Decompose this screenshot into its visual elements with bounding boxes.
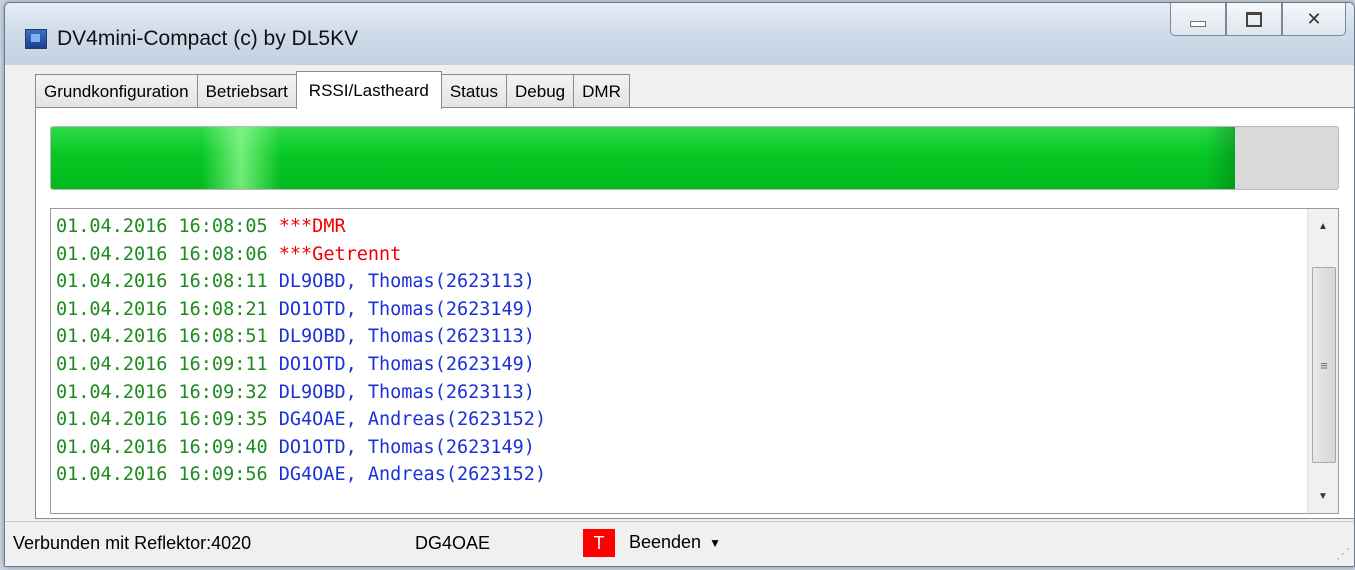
minimize-icon [1190,21,1206,27]
tab-debug[interactable]: Debug [506,74,575,108]
log-message: ***Getrennt [278,243,402,265]
transmit-indicator: T [583,529,615,557]
maximize-icon [1246,11,1262,27]
scroll-down-button[interactable]: ▼ [1308,481,1338,511]
chevron-down-icon: ▼ [1318,490,1328,502]
log-message: ***DMR [278,216,346,237]
close-icon: ✕ [1306,8,1322,29]
log-message: DG4OAE, Andreas(2623152) [278,464,547,486]
log-entry: 01.04.2016 16:09:40 DO1OTD, Thomas(26231… [56,434,546,462]
tab-dmr[interactable]: DMR [573,74,630,108]
app-icon [25,29,47,49]
log-entry: 01.04.2016 16:08:21 DO1OTD, Thomas(26231… [56,296,546,324]
exit-label: Beenden [629,532,702,552]
log-entry: 01.04.2016 16:08:11 DL9OBD, Thomas(26231… [56,268,546,296]
grip-icon: ≡ [1320,357,1328,373]
close-button[interactable]: ✕ [1282,3,1346,36]
log-message: DO1OTD, Thomas(2623149) [278,298,535,320]
log-entry: 01.04.2016 16:09:32 DL9OBD, Thomas(26231… [56,379,546,407]
log-message: DO1OTD, Thomas(2623149) [278,436,535,458]
window-title: DV4mini-Compact (c) by DL5KV [57,27,359,50]
log-timestamp: 01.04.2016 16:08:06 [56,243,268,265]
log-timestamp: 01.04.2016 16:08:51 [56,326,268,348]
log-lines: 01.04.2016 16:08:05 ***DMR 01.04.2016 16:… [56,213,546,489]
exit-dropdown-button[interactable]: Beenden ▼ [629,532,721,553]
log-scrollbar[interactable]: ▲ ≡ ▼ [1307,209,1338,513]
log-timestamp: 01.04.2016 16:09:11 [56,353,268,375]
tab-betriebsart[interactable]: Betriebsart [196,74,297,108]
resize-grip-icon[interactable]: ⋰ [1336,545,1350,562]
log-timestamp: 01.04.2016 16:09:56 [56,464,268,486]
chevron-up-icon: ▲ [1318,220,1328,232]
log-entry: 01.04.2016 16:08:06 ***Getrennt [56,241,546,269]
log-entry: 01.04.2016 16:09:56 DG4OAE, Andreas(2623… [56,461,546,489]
connection-status: Verbunden mit Reflektor:4020 [13,533,252,553]
scroll-thumb[interactable]: ≡ [1312,267,1336,463]
minimize-button[interactable] [1170,3,1226,36]
log-timestamp: 01.04.2016 16:09:40 [56,436,268,458]
log-message: DL9OBD, Thomas(2623113) [278,326,535,348]
log-entry: 01.04.2016 16:09:35 DG4OAE, Andreas(2623… [56,406,546,434]
tab-grundkonfiguration[interactable]: Grundkonfiguration [35,74,198,108]
log-timestamp: 01.04.2016 16:08:11 [56,271,268,293]
tab-rssi-lastheard[interactable]: RSSI/Lastheard [295,71,442,109]
lastheard-log[interactable]: 01.04.2016 16:08:05 ***DMR 01.04.2016 16:… [50,208,1339,514]
log-timestamp: 01.04.2016 16:09:32 [56,381,268,403]
title-bar: DV4mini-Compact (c) by DL5KV ✕ [5,3,1354,65]
status-bar: Verbunden mit Reflektor:4020 DG4OAE T Be… [5,521,1354,566]
log-entry: 01.04.2016 16:08:05 ***DMR [56,213,546,241]
scroll-up-button[interactable]: ▲ [1308,211,1338,241]
chevron-down-icon: ▼ [709,535,721,550]
rssi-meter-fill [51,127,1236,189]
log-message: DL9OBD, Thomas(2623113) [278,271,535,293]
log-message: DL9OBD, Thomas(2623113) [278,381,535,403]
log-timestamp: 01.04.2016 16:09:35 [56,409,268,431]
maximize-button[interactable] [1226,3,1282,36]
callsign-label: DG4OAE [415,533,491,553]
rssi-lastheard-panel: 01.04.2016 16:08:05 ***DMR 01.04.2016 16:… [35,107,1354,519]
log-entry: 01.04.2016 16:09:11 DO1OTD, Thomas(26231… [56,351,546,379]
app-window: DV4mini-Compact (c) by DL5KV ✕ Grundkonf… [4,2,1355,567]
tab-status[interactable]: Status [440,74,508,108]
log-timestamp: 01.04.2016 16:08:05 [56,216,268,237]
tab-strip: Grundkonfiguration Betriebsart RSSI/Last… [35,71,630,109]
log-message: DG4OAE, Andreas(2623152) [278,409,547,431]
log-entry: 01.04.2016 16:08:51 DL9OBD, Thomas(26231… [56,323,546,351]
log-timestamp: 01.04.2016 16:08:21 [56,298,268,320]
rssi-meter [50,126,1339,190]
log-message: DO1OTD, Thomas(2623149) [278,353,535,375]
window-controls: ✕ [1170,3,1346,37]
